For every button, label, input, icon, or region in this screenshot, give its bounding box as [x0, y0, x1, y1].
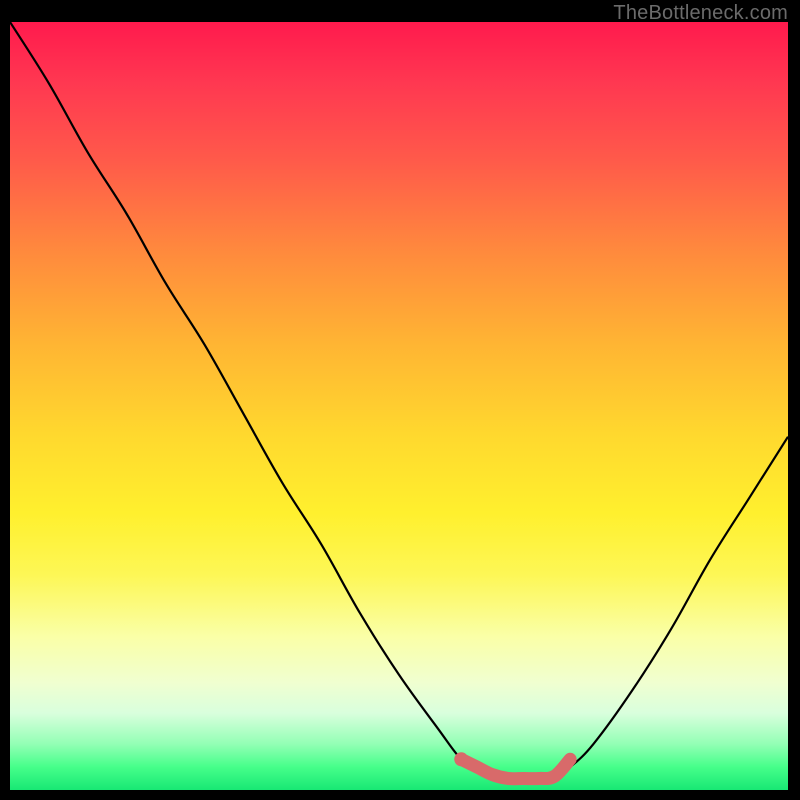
- bottleneck-chart: [10, 22, 788, 790]
- chart-frame: [10, 22, 788, 790]
- bottleneck-curve-line: [10, 22, 788, 779]
- optimal-band-marker: [461, 759, 570, 779]
- optimal-start-dot: [454, 752, 468, 766]
